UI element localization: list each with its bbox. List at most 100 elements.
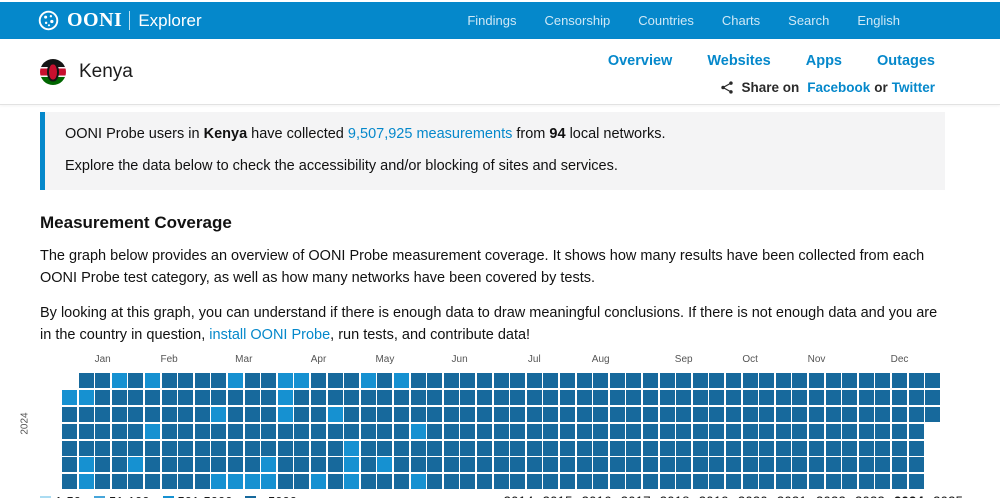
heatmap-cell[interactable] (859, 474, 874, 489)
heatmap-cell[interactable] (743, 441, 758, 456)
heatmap-cell[interactable] (427, 424, 442, 439)
heatmap-cell[interactable] (593, 457, 608, 472)
heatmap-cell[interactable] (577, 373, 592, 388)
heatmap-cell[interactable] (377, 407, 392, 422)
heatmap-cell[interactable] (79, 441, 94, 456)
heatmap-cell[interactable] (261, 373, 276, 388)
heatmap-cell[interactable] (427, 474, 442, 489)
heatmap-cell[interactable] (643, 424, 658, 439)
heatmap-cell[interactable] (112, 457, 127, 472)
heatmap-cell[interactable] (294, 441, 309, 456)
heatmap-cell[interactable] (178, 424, 193, 439)
heatmap-cell[interactable] (211, 373, 226, 388)
heatmap-cell[interactable] (693, 441, 708, 456)
heatmap-cell[interactable] (195, 441, 210, 456)
heatmap-cell[interactable] (477, 441, 492, 456)
heatmap-cell[interactable] (178, 441, 193, 456)
heatmap-cell[interactable] (859, 373, 874, 388)
heatmap-cell[interactable] (543, 390, 558, 405)
heatmap-cell[interactable] (909, 441, 924, 456)
heatmap-cell[interactable] (925, 390, 940, 405)
heatmap-cell[interactable] (228, 390, 243, 405)
heatmap-cell[interactable] (776, 441, 791, 456)
heatmap-cell[interactable] (577, 457, 592, 472)
heatmap-cell[interactable] (377, 390, 392, 405)
heatmap-cell[interactable] (859, 457, 874, 472)
heatmap-cell[interactable] (859, 424, 874, 439)
heatmap-cell[interactable] (245, 373, 260, 388)
heatmap-cell[interactable] (892, 457, 907, 472)
heatmap-cell[interactable] (676, 373, 691, 388)
heatmap-cell[interactable] (610, 474, 625, 489)
heatmap-cell[interactable] (361, 424, 376, 439)
heatmap-cell[interactable] (560, 474, 575, 489)
heatmap-cell[interactable] (909, 373, 924, 388)
tab-outages[interactable]: Outages (877, 53, 935, 69)
tab-overview[interactable]: Overview (608, 53, 673, 69)
heatmap-cell[interactable] (494, 457, 509, 472)
heatmap-cell[interactable] (759, 457, 774, 472)
heatmap-cell[interactable] (494, 441, 509, 456)
heatmap-cell[interactable] (411, 390, 426, 405)
heatmap-cell[interactable] (328, 457, 343, 472)
heatmap-cell[interactable] (112, 373, 127, 388)
heatmap-cell[interactable] (510, 474, 525, 489)
heatmap-cell[interactable] (809, 390, 824, 405)
heatmap-cell[interactable] (543, 407, 558, 422)
heatmap-cell[interactable] (228, 373, 243, 388)
heatmap-cell[interactable] (510, 424, 525, 439)
heatmap-cell[interactable] (211, 457, 226, 472)
heatmap-cell[interactable] (162, 457, 177, 472)
heatmap-cell[interactable] (626, 457, 641, 472)
heatmap-cell[interactable] (660, 424, 675, 439)
heatmap-cell[interactable] (278, 457, 293, 472)
heatmap-cell[interactable] (361, 457, 376, 472)
heatmap-cell[interactable] (759, 390, 774, 405)
heatmap-cell[interactable] (676, 424, 691, 439)
heatmap-cell[interactable] (195, 407, 210, 422)
heatmap-cell[interactable] (195, 474, 210, 489)
heatmap-cell[interactable] (344, 457, 359, 472)
year-link-2022[interactable]: 2022 (816, 494, 846, 498)
heatmap-cell[interactable] (477, 373, 492, 388)
heatmap-cell[interactable] (643, 474, 658, 489)
year-link-2025[interactable]: 2025 (933, 494, 963, 498)
heatmap-cell[interactable] (128, 441, 143, 456)
heatmap-cell[interactable] (427, 457, 442, 472)
heatmap-cell[interactable] (162, 373, 177, 388)
heatmap-cell[interactable] (859, 441, 874, 456)
heatmap-cell[interactable] (543, 457, 558, 472)
heatmap-cell[interactable] (477, 457, 492, 472)
heatmap-cell[interactable] (178, 373, 193, 388)
heatmap-cell[interactable] (195, 373, 210, 388)
heatmap-cell[interactable] (311, 457, 326, 472)
heatmap-cell[interactable] (643, 390, 658, 405)
heatmap-cell[interactable] (411, 407, 426, 422)
heatmap-cell[interactable] (809, 424, 824, 439)
heatmap-cell[interactable] (79, 474, 94, 489)
heatmap-cell[interactable] (859, 407, 874, 422)
heatmap-cell[interactable] (444, 390, 459, 405)
year-link-2018[interactable]: 2018 (660, 494, 690, 498)
heatmap-cell[interactable] (394, 373, 409, 388)
heatmap-cell[interactable] (875, 390, 890, 405)
heatmap-cell[interactable] (560, 407, 575, 422)
heatmap-cell[interactable] (676, 390, 691, 405)
heatmap-cell[interactable] (792, 424, 807, 439)
heatmap-cell[interactable] (743, 373, 758, 388)
heatmap-cell[interactable] (62, 474, 77, 489)
heatmap-cell[interactable] (79, 424, 94, 439)
heatmap-cell[interactable] (394, 390, 409, 405)
heatmap-cell[interactable] (560, 373, 575, 388)
heatmap-cell[interactable] (344, 441, 359, 456)
heatmap-cell[interactable] (311, 441, 326, 456)
heatmap-cell[interactable] (842, 457, 857, 472)
heatmap-cell[interactable] (909, 407, 924, 422)
heatmap-cell[interactable] (228, 424, 243, 439)
heatmap-cell[interactable] (361, 373, 376, 388)
heatmap-cell[interactable] (792, 474, 807, 489)
heatmap-cell[interactable] (875, 407, 890, 422)
heatmap-cell[interactable] (228, 474, 243, 489)
heatmap-cell[interactable] (278, 474, 293, 489)
heatmap-cell[interactable] (95, 457, 110, 472)
